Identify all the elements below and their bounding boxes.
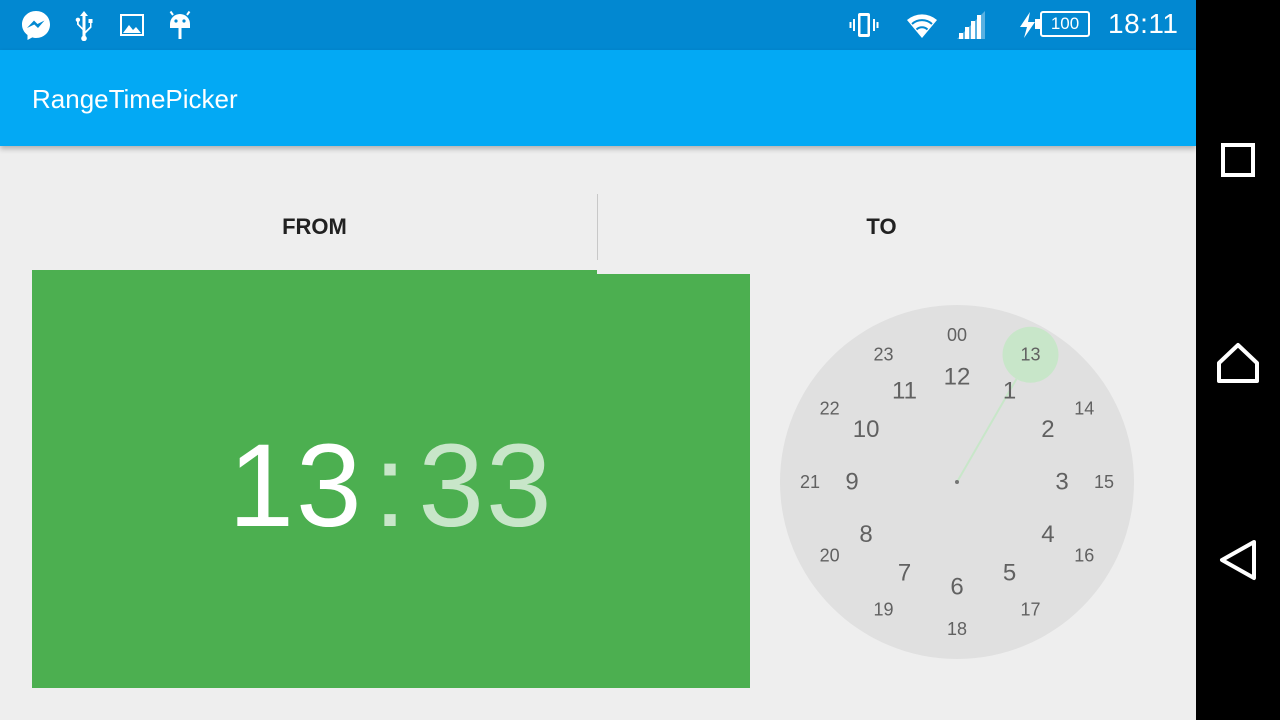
android-icon [169, 10, 191, 39]
clock-hour-11[interactable]: 11 [892, 378, 917, 405]
clock-hour-7[interactable]: 7 [898, 559, 911, 586]
clock-center [955, 480, 959, 484]
time-hours[interactable]: 13 [228, 418, 363, 554]
tab-to[interactable]: TO [599, 194, 1164, 260]
status-bar: 100 18:11 [0, 0, 1196, 50]
time-separator: : [373, 420, 409, 552]
clock-hour-13[interactable]: 13 [1020, 345, 1040, 365]
clock-hour-18[interactable]: 18 [947, 619, 967, 639]
clock-hour-9[interactable]: 9 [845, 469, 858, 496]
home-icon[interactable] [1214, 340, 1262, 388]
clock-hour-3[interactable]: 3 [1055, 469, 1068, 496]
vibrate-icon [849, 13, 879, 37]
clock-hour-6[interactable]: 6 [950, 574, 963, 601]
status-time: 18:11 [1108, 8, 1179, 39]
battery-indicator: 100 [1035, 11, 1090, 37]
clock-hour-23[interactable]: 23 [873, 345, 893, 365]
clock-hour-19[interactable]: 19 [873, 599, 893, 619]
clock-hour-16[interactable]: 16 [1074, 546, 1094, 566]
clock-hour-5[interactable]: 5 [1003, 559, 1016, 586]
clock-hour-12[interactable]: 12 [944, 364, 971, 391]
navigation-bar [1196, 0, 1280, 720]
wifi-icon [907, 14, 937, 38]
clock-hour-15[interactable]: 15 [1094, 472, 1114, 492]
clock-hour-00[interactable]: 00 [947, 325, 967, 345]
clock-hour-17[interactable]: 17 [1020, 599, 1040, 619]
clock-hour-4[interactable]: 4 [1041, 521, 1054, 548]
clock-hour-10[interactable]: 10 [853, 416, 880, 443]
app-title: RangeTimePicker [32, 84, 238, 114]
clock-hour-8[interactable]: 8 [859, 521, 872, 548]
clock-hour-2[interactable]: 2 [1041, 416, 1054, 443]
tab-from[interactable]: FROM [32, 194, 597, 260]
clock-hour-14[interactable]: 14 [1074, 399, 1094, 419]
clock-hour-21[interactable]: 21 [800, 472, 820, 492]
back-icon[interactable] [1214, 536, 1262, 584]
time-display: 13:33 [32, 274, 750, 688]
signal-icon [957, 11, 985, 39]
app-bar: RangeTimePicker [0, 50, 1196, 146]
messenger-icon [22, 11, 50, 40]
clock-hour-1[interactable]: 1 [1003, 378, 1016, 405]
tab-bar: FROM TO [32, 194, 1164, 274]
clock-hour-20[interactable]: 20 [820, 546, 840, 566]
time-minutes[interactable]: 33 [418, 418, 553, 554]
time-display-panel: 13:33 [32, 274, 750, 688]
image-icon [120, 14, 144, 36]
tab-divider [597, 194, 598, 260]
recents-icon[interactable] [1214, 136, 1262, 184]
clock-hour-22[interactable]: 22 [820, 399, 840, 419]
hour-clock-face[interactable]: 121234567891011001314151617181920212223 [780, 305, 1134, 659]
usb-icon [75, 11, 93, 41]
